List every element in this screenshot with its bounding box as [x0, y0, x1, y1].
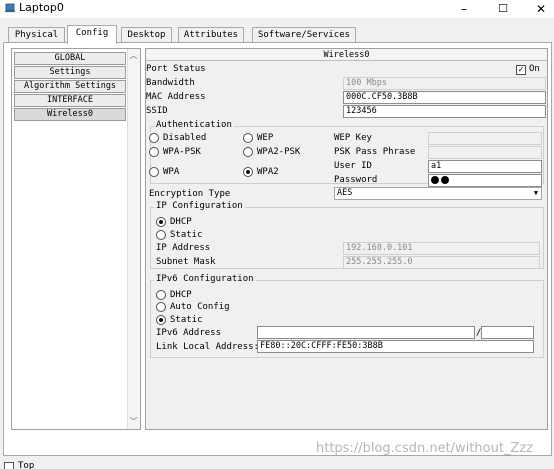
auth-wpa2-radio[interactable]	[243, 167, 253, 177]
auth-wpa-label: WPA	[163, 167, 180, 177]
encryption-type-select[interactable]: AES	[334, 187, 542, 200]
ipv6-auto-config-radio[interactable]	[156, 302, 166, 312]
psk-pass-phrase-field	[428, 146, 542, 159]
authentication-title: Authentication	[154, 120, 234, 131]
ip-address-field: 192.168.0.101	[343, 242, 540, 255]
auth-disabled-radio[interactable]	[149, 133, 159, 143]
bandwidth-field: 100 Mbps	[343, 77, 546, 90]
watermark: https://blog.csdn.net/without_Zzz	[316, 441, 533, 456]
ip-dhcp-label: DHCP	[170, 217, 192, 227]
port-status-on-label: On	[529, 64, 540, 74]
subnet-mask-label: Subnet Mask	[156, 257, 216, 267]
panel-header: Wireless0	[146, 49, 547, 61]
ipv6-auto-config-label: Auto Config	[170, 302, 230, 312]
ipv6-address-field[interactable]	[257, 326, 475, 339]
user-id-field[interactable]: a1	[428, 160, 542, 173]
wep-key-label: WEP Key	[334, 133, 372, 143]
auth-wpa2-psk-label: WPA2-PSK	[257, 147, 301, 157]
bandwidth-label: Bandwidth	[146, 78, 195, 88]
scroll-up-arrow-icon[interactable]: ︿	[127, 50, 140, 62]
minimize-button[interactable]: –	[455, 1, 473, 17]
ipv6-static-label: Static	[170, 315, 203, 325]
ipv6-configuration-title: IPv6 Configuration	[154, 274, 256, 285]
nav-item-algorithm-settings[interactable]: Algorithm Settings	[14, 80, 126, 93]
ipv6-dhcp-radio[interactable]	[156, 290, 166, 300]
wep-key-field	[428, 132, 542, 145]
nav-item-interface[interactable]: INTERFACE	[14, 94, 126, 107]
ipv6-prefix-field[interactable]	[481, 326, 534, 339]
password-mask-dot	[431, 176, 439, 184]
password-label: Password	[334, 175, 378, 185]
laptop-app-icon	[4, 2, 16, 14]
close-button[interactable]: ✕	[532, 1, 550, 17]
tab-attributes[interactable]: Attributes	[178, 27, 244, 43]
tab-software-services[interactable]: Software/Services	[252, 27, 356, 43]
maximize-button[interactable]: ☐	[494, 1, 512, 17]
auth-wpa-psk-label: WPA-PSK	[163, 147, 201, 157]
scroll-down-arrow-icon[interactable]: ﹀	[127, 416, 140, 428]
subnet-mask-field: 255.255.255.0	[343, 256, 540, 269]
password-mask-dot	[441, 176, 449, 184]
nav-scrollbar[interactable]	[127, 49, 140, 429]
nav-item-settings[interactable]: Settings	[14, 66, 126, 79]
ip-configuration-title: IP Configuration	[154, 201, 245, 212]
auth-wpa-radio[interactable]	[149, 167, 159, 177]
ip-static-radio[interactable]	[156, 230, 166, 240]
tab-desktop[interactable]: Desktop	[121, 27, 172, 43]
top-checkbox[interactable]	[4, 462, 14, 469]
link-local-address-field: FE80::20C:CFFF:FE50:3B8B	[257, 340, 534, 353]
tab-config[interactable]: Config	[67, 25, 117, 44]
port-status-label: Port Status	[146, 64, 206, 74]
tab-physical[interactable]: Physical	[8, 27, 65, 43]
ip-address-label: IP Address	[156, 243, 211, 253]
mac-address-label: MAC Address	[146, 92, 206, 102]
auth-wpa2-psk-radio[interactable]	[243, 147, 253, 157]
ip-dhcp-radio[interactable]	[156, 217, 166, 227]
ssid-label: SSID	[146, 106, 168, 116]
ipv6-static-radio[interactable]	[156, 315, 166, 325]
user-id-label: User ID	[334, 161, 372, 171]
ssid-field[interactable]: 123456	[343, 105, 546, 118]
auth-wep-radio[interactable]	[243, 133, 253, 143]
link-local-address-label: Link Local Address:	[156, 342, 259, 352]
nav-item-global[interactable]: GLOBAL	[14, 52, 126, 65]
top-checkbox-label: Top	[18, 461, 35, 469]
auth-disabled-label: Disabled	[163, 133, 207, 143]
port-status-checkbox[interactable]: ✓	[516, 65, 526, 75]
encryption-type-label: Encryption Type	[149, 189, 231, 199]
window-title: Laptop0	[19, 1, 64, 14]
ipv6-address-label: IPv6 Address	[156, 328, 222, 338]
dropdown-arrow-icon: ▼	[533, 189, 539, 197]
auth-wpa-psk-radio[interactable]	[149, 147, 159, 157]
auth-wpa2-label: WPA2	[257, 167, 279, 177]
nav-item-wireless0[interactable]: Wireless0	[14, 108, 126, 121]
auth-wep-label: WEP	[257, 133, 274, 143]
psk-pass-phrase-label: PSK Pass Phrase	[334, 147, 416, 157]
ipv6-dhcp-label: DHCP	[170, 290, 192, 300]
ip-static-label: Static	[170, 230, 203, 240]
mac-address-field[interactable]: 000C.CF50.3B8B	[343, 91, 546, 104]
